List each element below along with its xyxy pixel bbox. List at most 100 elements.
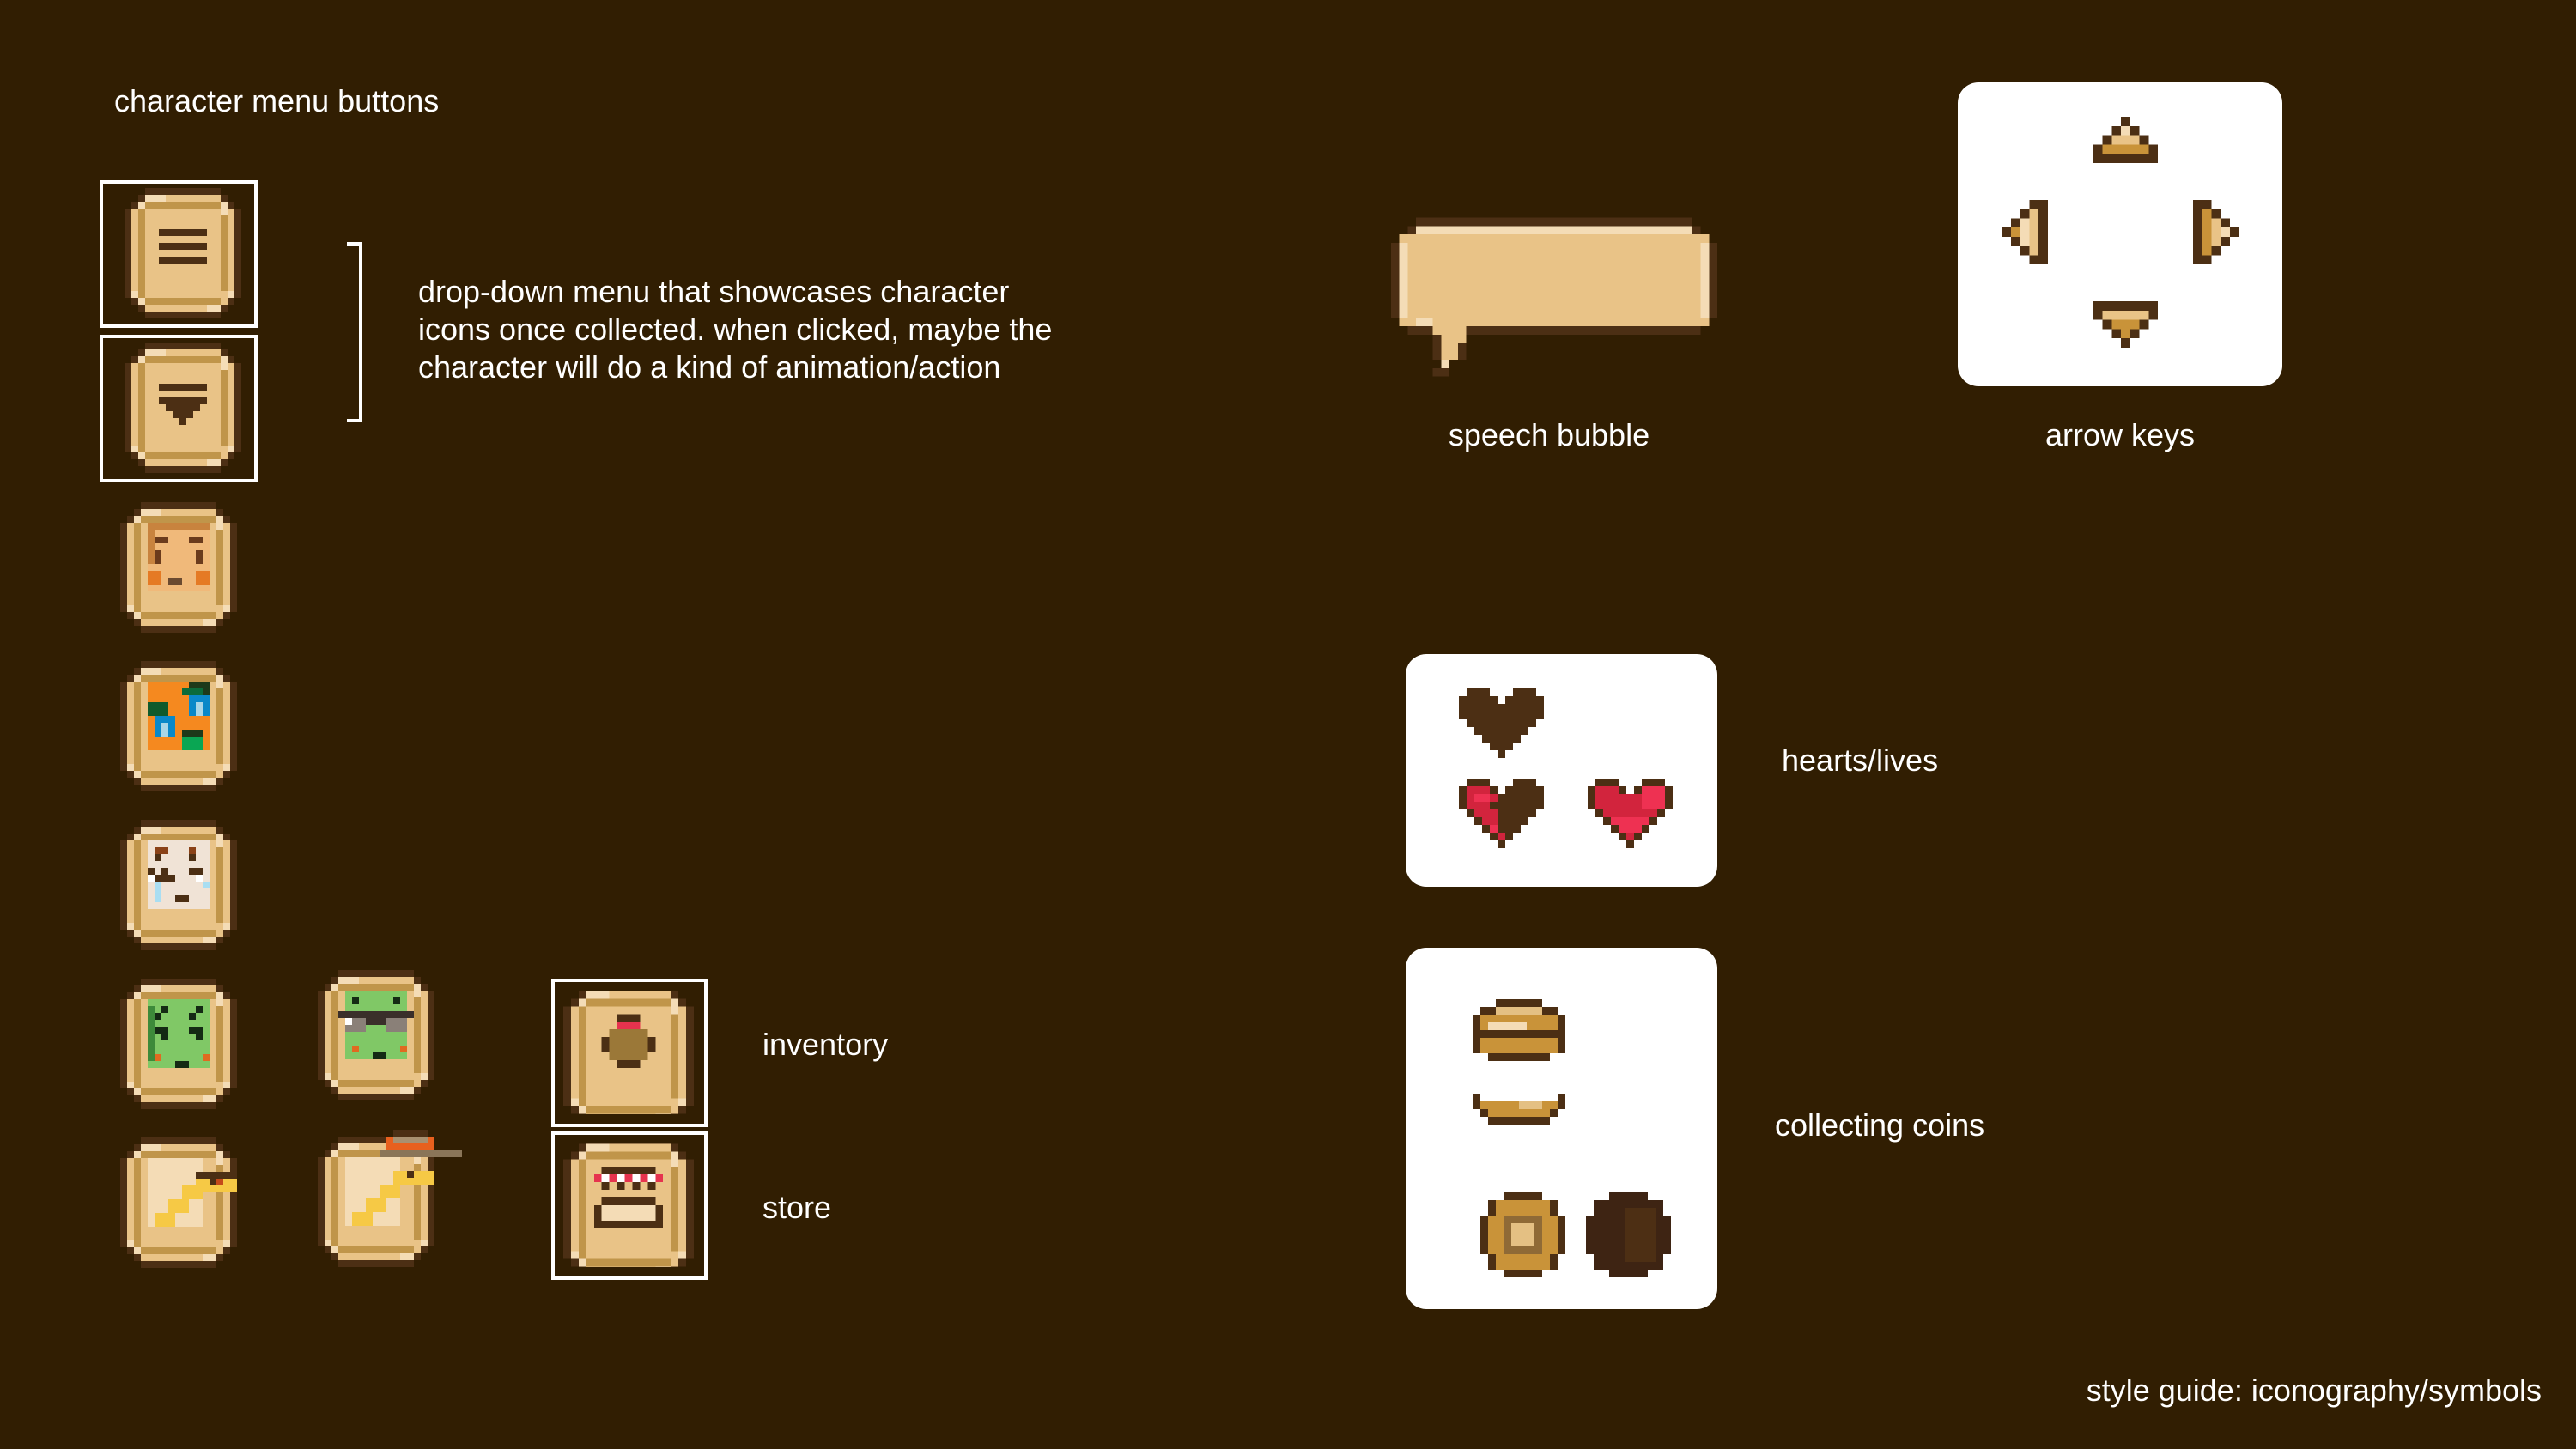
badge-pixel xyxy=(203,937,216,943)
badge-pixel xyxy=(134,675,141,682)
badge-pixel xyxy=(578,1106,586,1114)
green-face-sunglasses-icon[interactable] xyxy=(318,970,434,1100)
dropdown-arrow-icon xyxy=(125,343,241,473)
badge-pixel xyxy=(134,771,141,778)
arrow-up-icon[interactable] xyxy=(2093,117,2158,163)
badge-pixel xyxy=(131,446,138,452)
badge-pixel xyxy=(138,298,145,305)
badge-pixel xyxy=(203,1254,216,1261)
badge-pixel xyxy=(138,202,145,209)
badge-pixel xyxy=(145,349,166,356)
heart-full-icon xyxy=(1588,779,1673,848)
badge-pixel xyxy=(207,305,221,312)
badge-pixel xyxy=(203,778,216,785)
badge-pixel xyxy=(216,516,223,530)
badge-pixel xyxy=(134,682,141,771)
badge-pixel xyxy=(671,1014,679,1099)
speech-bubble-icon xyxy=(1391,217,1717,377)
badge-pixel xyxy=(134,1088,141,1095)
yellow-snake-icon[interactable] xyxy=(120,1137,251,1268)
badge-pixel xyxy=(141,771,216,778)
badge-pixel xyxy=(570,1251,579,1259)
badge-pixel xyxy=(145,298,221,305)
badge-pixel xyxy=(223,605,230,612)
badge-pixel xyxy=(331,991,338,1080)
description-line: character will do a kind of animation/ac… xyxy=(418,349,1001,385)
coin-stack-top-icon xyxy=(1473,999,1565,1061)
badge-pixel xyxy=(203,1095,216,1102)
badge-pixel xyxy=(216,1006,223,1082)
dropdown-button[interactable] xyxy=(100,335,258,482)
badge-pixel xyxy=(586,1258,671,1267)
badge-pixel xyxy=(338,1143,359,1150)
green-face-icon[interactable] xyxy=(120,979,237,1109)
badge-pixel xyxy=(331,1080,338,1087)
arrow-down-icon[interactable] xyxy=(2093,301,2158,348)
badge-pixel xyxy=(134,1247,141,1254)
badge-pixel xyxy=(145,188,221,195)
badge-pixel xyxy=(223,923,230,930)
badge-pixel xyxy=(586,1151,671,1160)
menu-button[interactable] xyxy=(100,180,258,328)
badge-pixel xyxy=(221,370,228,446)
badge-pixel xyxy=(221,202,228,215)
badge-pixel xyxy=(216,834,223,847)
badge-pixel xyxy=(127,764,134,771)
crying-face-icon[interactable] xyxy=(120,820,237,950)
badge-pixel xyxy=(141,979,216,985)
badge-pixel xyxy=(141,1144,161,1151)
badge-pixel xyxy=(134,1151,141,1158)
badge-pixel xyxy=(325,1240,331,1246)
badge-pixel xyxy=(421,1073,428,1080)
badge-pixel xyxy=(578,1258,586,1267)
badge-pixel xyxy=(134,834,141,840)
badge-pixel xyxy=(586,1143,610,1152)
orange-blue-pattern-icon[interactable] xyxy=(120,661,237,791)
badge-pixel xyxy=(145,356,221,363)
badge-pixel xyxy=(145,452,221,459)
badge-pixel xyxy=(134,840,141,930)
badge-pixel xyxy=(141,1247,216,1254)
badge-pixel xyxy=(338,1094,414,1100)
badge-pixel xyxy=(216,688,223,764)
badge-pixel xyxy=(131,209,234,298)
badge-pixel xyxy=(145,466,221,473)
badge-pixel xyxy=(141,675,216,682)
badge-pixel xyxy=(216,847,223,923)
badge-pixel xyxy=(134,516,141,523)
badge-pixel xyxy=(338,1080,414,1087)
badge-pixel xyxy=(223,1082,230,1088)
description-line: drop-down menu that showcases character xyxy=(418,274,1010,309)
badge-pixel xyxy=(223,764,230,771)
badge-pixel xyxy=(127,1082,134,1088)
badge-pixel xyxy=(134,1158,141,1247)
heart-half-icon xyxy=(1459,779,1544,848)
inventory-button[interactable] xyxy=(551,979,708,1127)
badge-pixel xyxy=(578,1159,586,1259)
arrow-right-icon[interactable] xyxy=(2193,200,2239,264)
coin-dark-icon xyxy=(1586,1192,1671,1277)
store-button[interactable] xyxy=(551,1131,708,1280)
yellow-snake-hat-icon[interactable] xyxy=(318,1129,469,1268)
badge-pixel xyxy=(141,1261,216,1268)
badge-pixel xyxy=(338,1246,414,1253)
badge-pixel xyxy=(221,215,228,291)
badge-pixel xyxy=(421,1240,428,1246)
grouping-bracket xyxy=(347,242,362,422)
coins-panel xyxy=(1406,948,1717,1309)
description-line: icons once collected. when clicked, mayb… xyxy=(418,312,1053,347)
arrow-left-icon[interactable] xyxy=(2002,200,2048,264)
badge-pixel xyxy=(134,992,141,999)
badge-pixel xyxy=(134,612,141,619)
dropdown-description: drop-down menu that showcases character … xyxy=(418,273,1052,386)
badge-pixel xyxy=(338,970,414,977)
badge-pixel xyxy=(570,1098,579,1106)
badge-pixel xyxy=(671,998,679,1015)
girl-face-icon[interactable] xyxy=(120,502,237,633)
badge-pixel xyxy=(145,312,221,318)
badge-pixel xyxy=(141,834,216,840)
badge-pixel xyxy=(331,1246,338,1253)
arrow-keys-label: arrow keys xyxy=(2044,417,2196,452)
badge-pixel xyxy=(134,999,141,1088)
badge-pixel xyxy=(141,661,216,668)
